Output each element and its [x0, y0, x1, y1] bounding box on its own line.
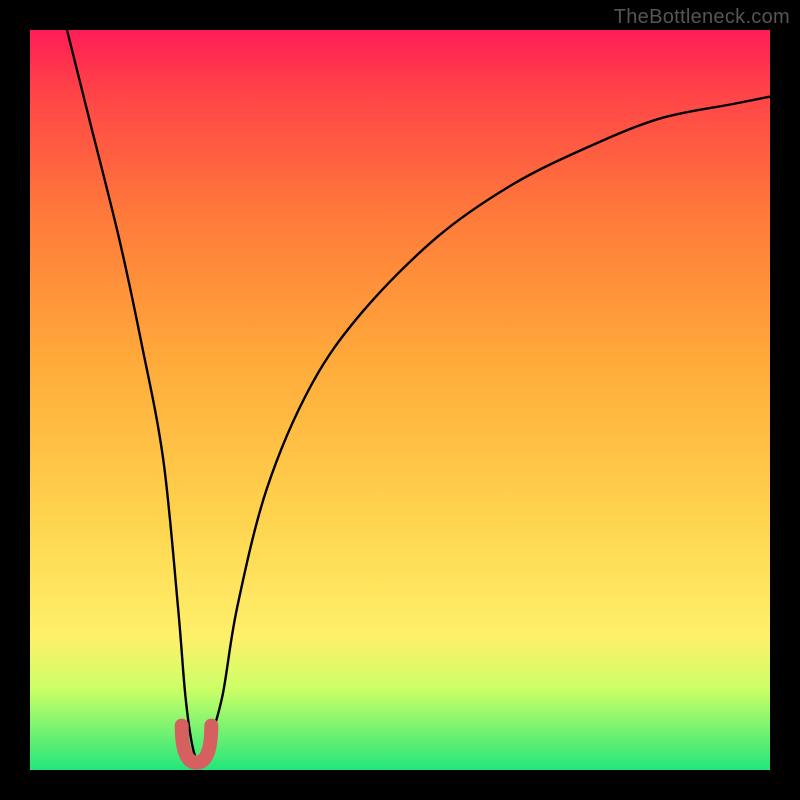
minimum-marker: [182, 726, 212, 763]
chart-frame: TheBottleneck.com: [0, 0, 800, 800]
watermark-text: TheBottleneck.com: [614, 6, 790, 29]
chart-plot-area: [30, 30, 770, 770]
bottleneck-curve: [30, 30, 770, 770]
curve-path: [67, 30, 770, 763]
